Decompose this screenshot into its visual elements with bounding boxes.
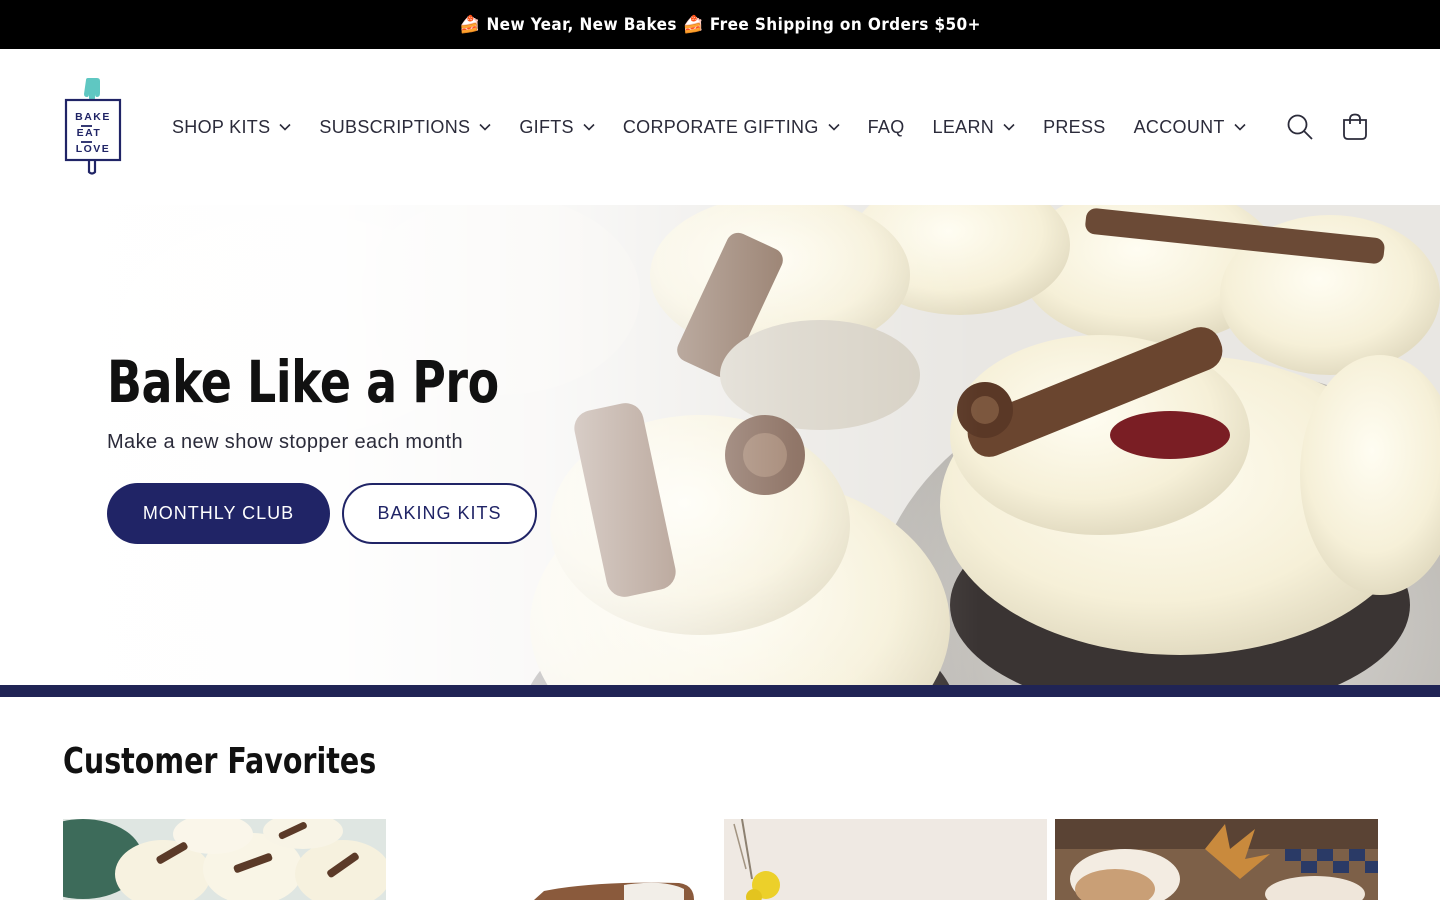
nav-account[interactable]: ACCOUNT (1120, 107, 1260, 147)
logo-line-2: EAT (77, 127, 102, 139)
chevron-down-icon (279, 123, 291, 131)
product-image (1055, 819, 1378, 900)
monthly-club-button[interactable]: MONTHLY CLUB (107, 483, 330, 544)
nav-subscriptions[interactable]: SUBSCRIPTIONS (305, 107, 505, 147)
main-nav: SHOP KITS SUBSCRIPTIONS GIFTS CORPORATE … (158, 107, 1260, 147)
nav-faq[interactable]: FAQ (854, 107, 919, 147)
product-card[interactable] (394, 819, 717, 900)
nav-press-label: PRESS (1043, 116, 1106, 137)
cart-icon (1343, 113, 1367, 140)
nav-faq-label: FAQ (867, 116, 905, 137)
nav-subscriptions-label: SUBSCRIPTIONS (319, 116, 471, 137)
nav-shop-kits[interactable]: SHOP KITS (158, 107, 305, 147)
product-image (394, 819, 717, 900)
chevron-down-icon (1234, 123, 1246, 131)
nav-shop-kits-label: SHOP KITS (172, 116, 271, 137)
section-divider (0, 685, 1440, 697)
nav-corporate-gifting-label: CORPORATE GIFTING (622, 116, 819, 137)
product-card[interactable] (724, 819, 1047, 900)
nav-learn-label: LEARN (932, 116, 995, 137)
nav-press[interactable]: PRESS (1029, 107, 1120, 147)
chevron-down-icon (1003, 123, 1015, 131)
hero-subtitle: Make a new show stopper each month (107, 431, 464, 453)
search-button[interactable] (1281, 108, 1319, 146)
announcement-bar: 🍰 New Year, New Bakes 🍰 Free Shipping on… (0, 0, 1440, 49)
product-image (724, 819, 1047, 900)
baking-kits-button-label: BAKING KITS (377, 503, 502, 523)
cart-button[interactable] (1336, 108, 1374, 146)
hero-title: Bake Like a Pro (107, 348, 499, 416)
nav-corporate-gifting[interactable]: CORPORATE GIFTING (609, 107, 854, 147)
product-card[interactable] (1055, 819, 1378, 900)
chevron-down-icon (583, 123, 595, 131)
nav-learn[interactable]: LEARN (919, 107, 1030, 147)
product-image (63, 819, 386, 900)
customer-favorites-heading: Customer Favorites (63, 741, 377, 782)
search-icon (1287, 114, 1313, 140)
logo-line-3: LOVE (76, 143, 111, 155)
nav-gifts[interactable]: GIFTS (505, 107, 609, 147)
nav-account-label: ACCOUNT (1133, 116, 1225, 137)
baking-kits-button[interactable]: BAKING KITS (342, 483, 537, 544)
site-header: BAKE EAT LOVE SHOP KITS SUBSCRIPTIONS GI… (0, 49, 1440, 205)
hero-banner: Bake Like a Pro Make a new show stopper … (0, 205, 1440, 685)
nav-gifts-label: GIFTS (519, 116, 574, 137)
logo-line-1: BAKE (75, 111, 111, 123)
logo[interactable]: BAKE EAT LOVE (62, 78, 124, 176)
chevron-down-icon (479, 123, 491, 131)
announcement-text: 🍰 New Year, New Bakes 🍰 Free Shipping on… (459, 14, 981, 35)
monthly-club-button-label: MONTHLY CLUB (142, 503, 295, 523)
chevron-down-icon (828, 123, 840, 131)
product-card[interactable] (63, 819, 386, 900)
